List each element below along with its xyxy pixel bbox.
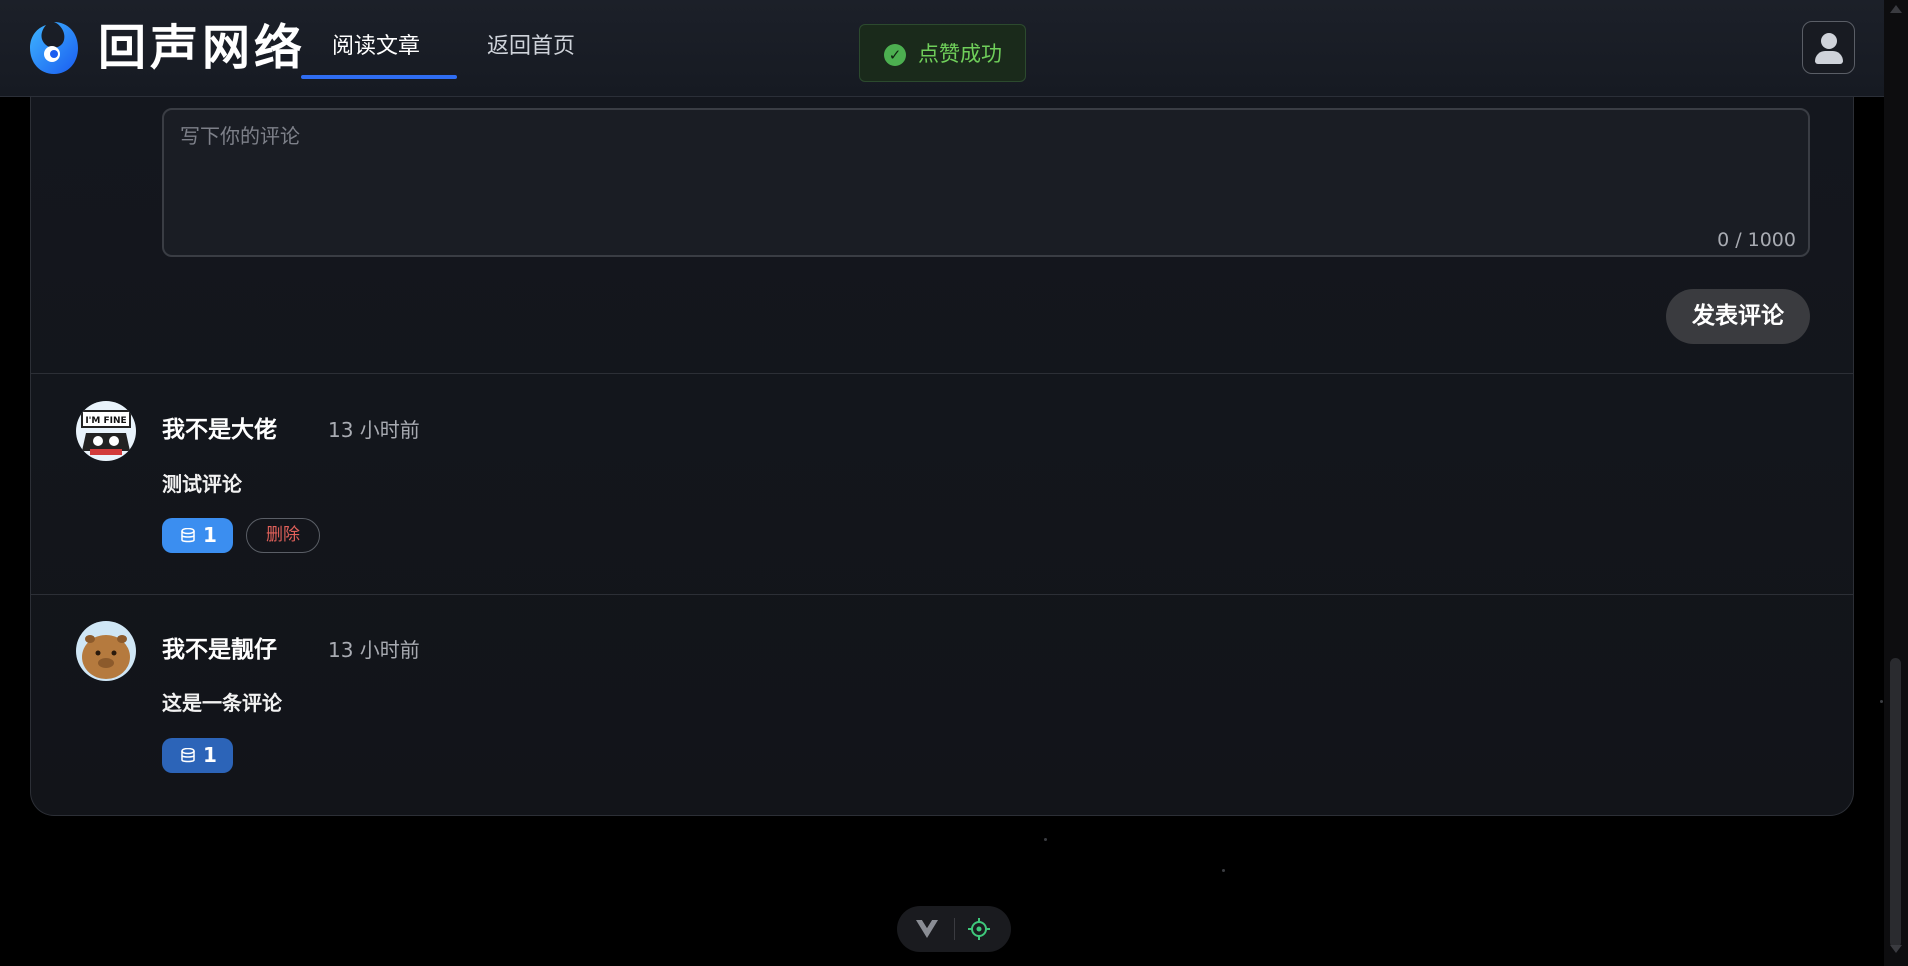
like-button[interactable]: 1 [162, 518, 233, 553]
database-icon [181, 748, 195, 763]
logo-icon[interactable] [28, 18, 80, 76]
submit-comment-button[interactable]: 发表评论 [1666, 289, 1810, 344]
database-icon [181, 528, 195, 543]
avatar-image: I'M FINE [76, 401, 136, 461]
vue-icon[interactable] [915, 919, 939, 939]
avatar[interactable]: I'M FINE [76, 401, 136, 461]
comment-content: 这是一条评论 [162, 691, 282, 715]
avatar-text: I'M FINE [85, 416, 126, 426]
active-tab-indicator [301, 75, 457, 79]
devtools-toolbar [897, 906, 1011, 952]
like-button[interactable]: 1 [162, 738, 233, 773]
user-menu-button[interactable] [1802, 21, 1855, 74]
tab-read-article[interactable]: 阅读文章 [332, 30, 420, 64]
comment-item: 我不是靓仔 13 小时前 这是一条评论 1 [31, 595, 1853, 815]
delete-button[interactable]: 删除 [246, 518, 320, 553]
avatar-image [76, 621, 136, 681]
tab-back-home[interactable]: 返回首页 [487, 30, 575, 64]
success-toast: ✓ 点赞成功 [859, 24, 1026, 82]
comment-author[interactable]: 我不是大佬 [162, 413, 277, 447]
page-scrollbar[interactable] [1884, 0, 1908, 966]
comment-time: 13 小时前 [328, 418, 420, 442]
char-counter: 0 / 1000 [1717, 229, 1796, 251]
like-count: 1 [203, 523, 217, 547]
scroll-down-arrow-icon[interactable] [1889, 944, 1903, 954]
comment-input-box: 0 / 1000 [162, 108, 1810, 257]
scroll-up-arrow-icon[interactable] [1889, 4, 1903, 14]
comments-card: 0 / 1000 发表评论 I'M FINE 我不是大佬 13 小时前 测试评论 [30, 97, 1854, 816]
toolbar-separator [954, 918, 955, 940]
comment-content: 测试评论 [162, 472, 242, 496]
target-icon[interactable] [967, 917, 991, 941]
avatar[interactable] [76, 621, 136, 681]
comment-author[interactable]: 我不是靓仔 [162, 633, 277, 667]
toast-message: 点赞成功 [918, 42, 1002, 66]
top-navbar: 回声网络 阅读文章 返回首页 ✓ 点赞成功 [0, 0, 1884, 97]
comment-textarea[interactable] [164, 110, 1808, 255]
comment-item: I'M FINE 我不是大佬 13 小时前 测试评论 1 删除 [31, 374, 1853, 594]
like-count: 1 [203, 743, 217, 767]
logo-text[interactable]: 回声网络 [98, 18, 306, 78]
check-circle-icon: ✓ [884, 44, 906, 66]
comment-time: 13 小时前 [328, 638, 420, 662]
scrollbar-thumb[interactable] [1890, 658, 1901, 948]
